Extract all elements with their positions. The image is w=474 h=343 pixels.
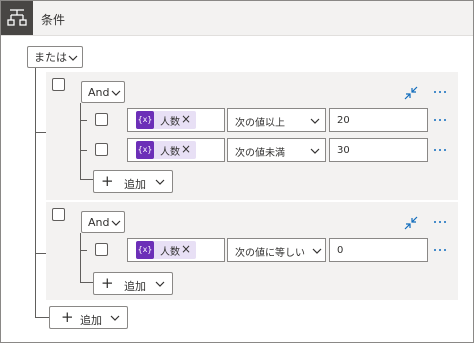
tree-line (80, 282, 93, 283)
group-operator-dropdown[interactable]: And (81, 211, 125, 233)
collapse-icon[interactable] (404, 216, 418, 230)
condition-row: {x} 人数 × 次の値以上 (87, 105, 458, 135)
chevron-down-icon (310, 118, 320, 124)
operator-value: 次の値以上 (235, 118, 285, 129)
tree-line (35, 68, 36, 317)
variable-token[interactable]: {x} 人数 × (136, 111, 196, 129)
tree-line (80, 150, 87, 151)
add-icon: + (101, 172, 114, 190)
tree-line (80, 103, 81, 179)
add-icon: + (101, 274, 114, 292)
condition-row: {x} 人数 × 次の値に等しい (87, 235, 458, 265)
row-more-options-icon[interactable] (433, 145, 449, 155)
group-add-button[interactable]: + 追加 (93, 272, 173, 295)
root-operator-dropdown[interactable]: または (27, 46, 83, 68)
remove-token-icon[interactable]: × (181, 112, 191, 126)
variable-token[interactable]: {x} 人数 × (136, 141, 196, 159)
chevron-down-icon (111, 90, 121, 96)
row-more-options-icon[interactable] (433, 245, 449, 255)
chevron-down-icon (155, 281, 165, 287)
group-operator-label: And (88, 85, 110, 99)
group-operator-label: And (88, 215, 110, 229)
remove-token-icon[interactable]: × (181, 142, 191, 156)
tree-line (80, 179, 93, 180)
chevron-down-icon (155, 179, 165, 185)
chevron-down-icon (111, 220, 121, 226)
condition-card: 条件 または And {x} 人数 × 次の値以上 20 {x} 人数 × 次の… (0, 0, 474, 343)
add-label: 追加 (80, 314, 102, 327)
operator-value: 次の値に等しい (235, 248, 305, 259)
group-more-options-icon[interactable] (433, 87, 449, 97)
group-operator-dropdown[interactable]: And (81, 81, 125, 103)
add-label: 追加 (124, 178, 146, 191)
tree-line (80, 233, 81, 282)
left-operand-field[interactable]: {x} 人数 × (127, 138, 225, 162)
tree-line (35, 253, 46, 254)
collapse-icon[interactable] (404, 86, 418, 100)
chevron-down-icon (68, 55, 78, 61)
condition-row: {x} 人数 × 次の値未満 (87, 135, 458, 165)
chevron-down-icon (312, 248, 322, 254)
operator-value: 次の値未満 (235, 148, 285, 159)
operator-select[interactable]: 次の値以上 (227, 108, 326, 132)
variable-icon: {x} (136, 141, 154, 159)
variable-token[interactable]: {x} 人数 × (136, 241, 196, 259)
token-label: 人数 (160, 247, 180, 258)
remove-token-icon[interactable]: × (181, 242, 191, 256)
token-label: 人数 (160, 147, 180, 158)
tree-line (35, 132, 46, 133)
left-operand-field[interactable]: {x} 人数 × (127, 238, 225, 262)
row-checkbox[interactable] (95, 143, 108, 156)
group-add-button[interactable]: + 追加 (93, 170, 173, 193)
row-checkbox[interactable] (95, 243, 108, 256)
left-operand-field[interactable]: {x} 人数 × (127, 108, 225, 132)
add-label: 追加 (124, 280, 146, 293)
chevron-down-icon (110, 315, 120, 321)
variable-icon: {x} (136, 111, 154, 129)
token-label: 人数 (160, 117, 180, 128)
add-icon: + (61, 308, 74, 326)
card-header[interactable]: 条件 (1, 1, 473, 36)
operator-select[interactable]: 次の値に等しい (227, 238, 326, 262)
tree-line (80, 250, 87, 251)
row-more-options-icon[interactable] (433, 115, 449, 125)
operator-select[interactable]: 次の値未満 (227, 138, 326, 162)
condition-icon (1, 1, 33, 35)
group-checkbox[interactable] (52, 208, 65, 221)
root-operator-label: または (34, 51, 67, 64)
row-checkbox[interactable] (95, 113, 108, 126)
card-title: 条件 (41, 13, 66, 27)
group-more-options-icon[interactable] (433, 217, 449, 227)
group-checkbox[interactable] (52, 78, 65, 91)
tree-line (80, 120, 87, 121)
right-operand-input[interactable] (329, 138, 428, 162)
root-add-button[interactable]: + 追加 (49, 306, 128, 329)
variable-icon: {x} (136, 241, 154, 259)
tree-line (35, 317, 49, 318)
right-operand-input[interactable] (329, 108, 428, 132)
right-operand-input[interactable] (329, 238, 428, 262)
chevron-down-icon (310, 148, 320, 154)
